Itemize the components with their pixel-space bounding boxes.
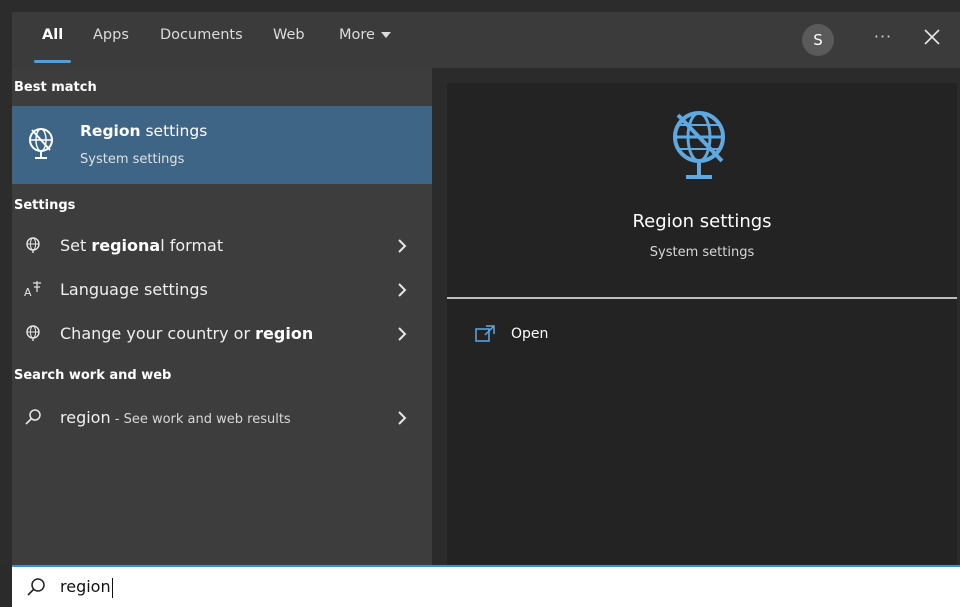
web-search-label: region - See work and web results — [60, 396, 291, 442]
label-highlight: regiona — [91, 236, 161, 255]
search-icon — [25, 409, 41, 425]
results-panel: Best match Region settings System settin… — [12, 68, 432, 565]
label-highlight: region — [255, 324, 314, 343]
best-match-title-bold: Region — [80, 122, 141, 140]
window-frame-left — [0, 0, 12, 565]
close-icon — [924, 29, 940, 45]
tab-apps[interactable]: Apps — [93, 12, 129, 68]
tab-more-label: More — [339, 27, 375, 43]
chevron-right-icon[interactable] — [396, 282, 408, 298]
setting-item-label: Language settings — [60, 268, 208, 312]
open-external-icon — [475, 325, 495, 342]
chevron-right-icon[interactable] — [396, 326, 408, 342]
tab-web[interactable]: Web — [273, 12, 305, 68]
best-match-header: Best match — [14, 80, 97, 95]
label-part: Language settings — [60, 280, 208, 299]
preview-title: Region settings — [632, 211, 772, 232]
tab-all-label: All — [42, 27, 64, 43]
preview-panel: Region settings System settings Open — [447, 83, 957, 565]
globe-settings-icon — [673, 111, 725, 179]
setting-item-label: Set regional format — [60, 224, 223, 268]
best-match-subtitle: System settings — [80, 152, 185, 167]
chevron-right-icon[interactable] — [396, 238, 408, 254]
open-label: Open — [511, 326, 549, 342]
preview-divider — [447, 297, 957, 299]
globe-icon — [26, 237, 40, 253]
label-part: Set — [60, 236, 92, 255]
user-avatar[interactable]: S — [802, 24, 834, 56]
label-part: Change your country or — [60, 324, 256, 343]
setting-item-label: Change your country or region — [60, 312, 313, 356]
preview-subtitle: System settings — [649, 245, 755, 260]
open-action[interactable]: Open — [447, 315, 957, 355]
setting-item-regional-format[interactable]: Set regional format — [12, 224, 432, 268]
best-match-item[interactable]: Region settings System settings — [12, 106, 432, 184]
more-options-icon[interactable]: ··· — [868, 22, 898, 52]
more-options-glyph: ··· — [873, 27, 893, 46]
settings-header: Settings — [14, 198, 76, 213]
web-search-term: region — [60, 408, 111, 427]
svg-text:A: A — [24, 286, 32, 298]
close-button[interactable] — [917, 22, 947, 52]
search-input[interactable]: region — [60, 567, 113, 607]
tab-more[interactable]: More — [339, 12, 391, 68]
chevron-right-icon[interactable] — [396, 410, 408, 426]
web-search-suffix: - See work and web results — [110, 412, 291, 427]
tab-all[interactable]: All — [34, 12, 72, 68]
label-part: l format — [160, 236, 224, 255]
setting-item-country-region[interactable]: Change your country or region — [12, 312, 432, 356]
window-frame-top — [0, 0, 960, 12]
text-cursor — [111, 577, 113, 598]
search-input-value: region — [60, 577, 111, 596]
avatar-letter: S — [813, 31, 823, 49]
language-icon: A — [24, 281, 41, 298]
web-search-item[interactable]: region - See work and web results — [12, 396, 432, 440]
search-scope-bar: All Apps Documents Web More S ··· — [12, 12, 960, 68]
tab-documents[interactable]: Documents — [160, 12, 243, 68]
best-match-title: Region settings — [80, 122, 207, 140]
globe-icon — [26, 325, 40, 341]
tab-apps-label: Apps — [93, 27, 129, 43]
search-box[interactable]: region — [12, 565, 960, 607]
setting-item-language[interactable]: A Language settings — [12, 268, 432, 312]
search-icon — [27, 578, 45, 596]
caret-down-icon — [380, 32, 391, 38]
search-web-header: Search work and web — [14, 368, 172, 383]
active-tab-indicator — [34, 60, 72, 63]
globe-settings-icon — [29, 128, 53, 159]
best-match-title-rest: settings — [140, 122, 208, 140]
tab-documents-label: Documents — [160, 27, 243, 43]
tab-web-label: Web — [273, 27, 305, 43]
